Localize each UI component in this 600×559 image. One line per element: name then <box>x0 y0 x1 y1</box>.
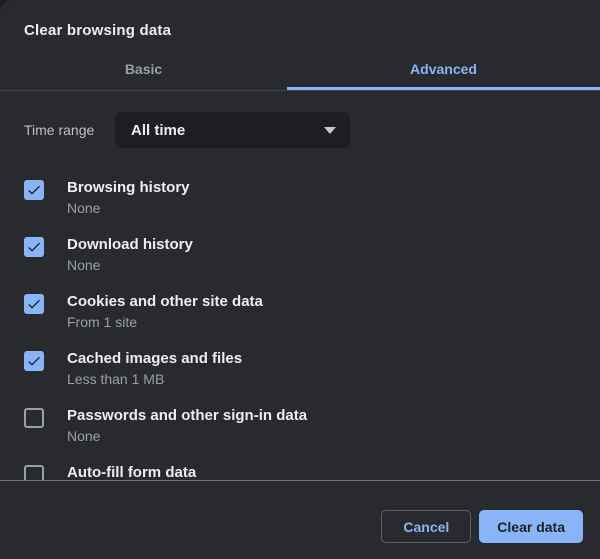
checkmark-icon <box>26 239 42 255</box>
list-item-passwords[interactable]: Passwords and other sign-in data None <box>0 406 600 447</box>
clear-data-button[interactable]: Clear data <box>479 510 583 543</box>
tab-advanced[interactable]: Advanced <box>287 51 600 90</box>
list-item-label: Auto-fill form data <box>67 463 196 480</box>
checkmark-icon <box>26 353 42 369</box>
list-item-detail: None <box>67 426 307 447</box>
time-range-label: Time range <box>24 122 115 138</box>
cancel-button[interactable]: Cancel <box>381 510 471 543</box>
dialog-header: Clear browsing data Basic Advanced <box>0 0 600 96</box>
list-item-cookies[interactable]: Cookies and other site data From 1 site <box>0 292 600 333</box>
autofill-checkbox[interactable] <box>24 465 44 480</box>
tab-bar: Basic Advanced <box>0 51 600 91</box>
list-item-autofill[interactable]: Auto-fill form data <box>0 463 600 480</box>
chevron-down-icon <box>324 127 336 134</box>
list-item-detail: None <box>67 255 193 276</box>
list-item-download-history[interactable]: Download history None <box>0 235 600 276</box>
list-item-label: Cached images and files <box>67 349 242 369</box>
list-item-label: Browsing history <box>67 178 190 198</box>
download-history-checkbox[interactable] <box>24 237 44 257</box>
passwords-checkbox[interactable] <box>24 408 44 428</box>
data-type-list: Browsing history None Download history N… <box>0 178 600 480</box>
list-item-detail: Less than 1 MB <box>67 369 242 390</box>
list-item-label: Passwords and other sign-in data <box>67 406 307 426</box>
time-range-selected-value: All time <box>131 122 185 139</box>
browsing-history-checkbox[interactable] <box>24 180 44 200</box>
clear-browsing-data-dialog: Clear browsing data Basic Advanced Time … <box>0 0 600 559</box>
checkmark-icon <box>26 182 42 198</box>
list-item-detail: None <box>67 198 190 219</box>
tab-basic[interactable]: Basic <box>0 51 287 90</box>
time-range-select[interactable]: All time <box>115 112 350 148</box>
checkmark-icon <box>26 296 42 312</box>
list-item-detail: From 1 site <box>67 312 263 333</box>
list-item-browsing-history[interactable]: Browsing history None <box>0 178 600 219</box>
page-title: Clear browsing data <box>0 0 600 39</box>
list-item-label: Download history <box>67 235 193 255</box>
dialog-content: Time range All time Browsing history Non… <box>0 96 600 480</box>
list-item-label: Cookies and other site data <box>67 292 263 312</box>
list-item-cached-images[interactable]: Cached images and files Less than 1 MB <box>0 349 600 390</box>
cached-images-checkbox[interactable] <box>24 351 44 371</box>
time-range-row: Time range All time <box>24 112 600 148</box>
dialog-footer: Cancel Clear data <box>0 480 600 559</box>
cookies-checkbox[interactable] <box>24 294 44 314</box>
